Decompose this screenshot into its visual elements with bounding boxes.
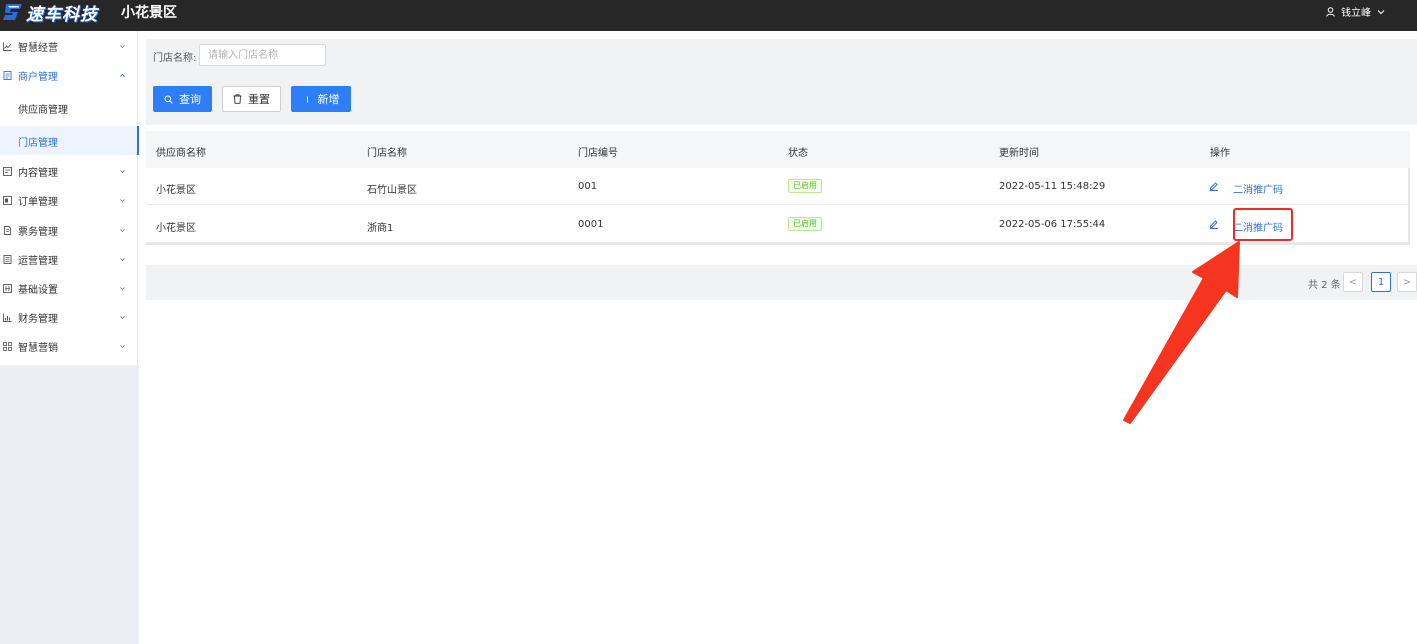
bar-chart-icon (3, 313, 12, 322)
cell-updated-time: 2022-05-11 15:48:29 (999, 181, 1106, 192)
table-bottom-border (146, 243, 1410, 245)
list-icon (3, 71, 12, 80)
reset-button[interactable]: 重置 (222, 86, 281, 112)
sidebar-item-label: 商户管理 (18, 72, 58, 83)
chevron-down-icon (120, 287, 125, 291)
column-header-actions: 操作 (1210, 148, 1230, 159)
chevron-up-icon (120, 73, 125, 77)
sidebar-subitem-supplier[interactable]: 供应商管理 (0, 93, 139, 122)
query-button[interactable]: 查询 (153, 86, 212, 112)
add-button-label: 新增 (317, 93, 340, 106)
status-badge: 已启用 (788, 179, 822, 193)
sidebar-item-label: 内容管理 (18, 168, 58, 179)
column-header-updated: 更新时间 (999, 148, 1039, 159)
sidebar-item-finance[interactable]: 财务管理 (0, 303, 138, 332)
chevron-down-icon (1377, 9, 1385, 14)
sidebar-empty-area (0, 365, 139, 644)
sidebar-item-smart-marketing[interactable]: 智慧营销 (0, 332, 138, 361)
table-row: 小花景区 石竹山景区 001 已启用 2022-05-11 15:48:29 二… (146, 168, 1410, 205)
chevron-down-icon (120, 345, 125, 349)
promo-code-link[interactable]: 二消推广码 (1233, 181, 1283, 196)
cell-store-code: 001 (578, 181, 598, 192)
sidebar-item-order[interactable]: 订单管理 (0, 186, 138, 215)
reset-button-label: 重置 (248, 93, 270, 106)
store-name-label: 门店名称: (153, 53, 197, 64)
status-badge: 已启用 (788, 217, 822, 231)
order-icon (3, 196, 12, 205)
sidebar-subitem-store[interactable]: 门店管理 (0, 126, 139, 155)
plus-icon (306, 96, 308, 102)
user-name: 钱立峰 (1341, 8, 1371, 19)
search-icon (164, 95, 173, 104)
cell-updated-time: 2022-05-06 17:55:44 (999, 219, 1106, 230)
chevron-down-icon (120, 258, 125, 262)
column-header-supplier: 供应商名称 (156, 148, 206, 159)
add-button[interactable]: 新增 (291, 86, 351, 112)
trash-icon (233, 94, 242, 104)
ticket-icon (4, 226, 11, 235)
cell-store-name: 浙商1 (367, 223, 394, 234)
scenic-area-title: 小花景区 (121, 5, 177, 21)
edit-icon[interactable] (1209, 219, 1219, 229)
prev-page-button[interactable]: < (1343, 272, 1363, 292)
settings-icon (3, 284, 12, 293)
sidebar-item-smart-business[interactable]: 智慧经营 (0, 32, 138, 61)
sidebar-item-label: 财务管理 (18, 314, 58, 325)
cell-supplier: 小花景区 (156, 223, 196, 234)
next-page-button[interactable]: > (1397, 272, 1417, 292)
user-icon (1326, 6, 1335, 17)
grid-icon (3, 342, 12, 351)
sidebar-item-content[interactable]: 内容管理 (0, 157, 138, 186)
sidebar-item-ticket[interactable]: 票务管理 (0, 216, 138, 245)
chevron-down-icon (120, 316, 125, 320)
brand-logo-icon (3, 4, 22, 20)
sidebar-menu: 智慧经营 商户管理 供应商管理 门店管理 内容管理 订单管理 票务管理 运营管理… (0, 31, 139, 365)
sidebar-subitem-label: 门店管理 (18, 138, 58, 149)
sidebar-item-basic-settings[interactable]: 基础设置 (0, 274, 138, 303)
chevron-down-icon (120, 170, 125, 174)
edit-icon[interactable] (1209, 181, 1219, 191)
sidebar-item-label: 运营管理 (18, 256, 58, 267)
sidebar-item-label: 订单管理 (18, 197, 58, 208)
sidebar-item-operation[interactable]: 运营管理 (0, 245, 138, 274)
brand-logo[interactable]: 速车科技 (2, 1, 98, 25)
sidebar-item-label: 基础设置 (18, 285, 58, 296)
line-chart-icon (3, 42, 12, 51)
query-button-label: 查询 (179, 93, 201, 106)
table-right-edge (1408, 168, 1410, 243)
table-row: 小花景区 浙商1 0001 已启用 2022-05-06 17:55:44 二消… (146, 206, 1410, 243)
annotation-highlight-box (1233, 208, 1293, 241)
cell-store-code: 0001 (578, 219, 604, 230)
chevron-down-icon (120, 199, 125, 203)
brand-name: 速车科技 (26, 4, 98, 25)
cell-supplier: 小花景区 (156, 185, 196, 196)
total-count: 共 2 条 (1308, 280, 1341, 291)
sidebar-item-label: 票务管理 (18, 227, 58, 238)
column-header-store-code: 门店编号 (578, 148, 618, 159)
pagination: 共 2 条 < 1 > (146, 265, 1417, 300)
cell-store-name: 石竹山景区 (367, 185, 417, 196)
top-header: 速车科技 小花景区 钱立峰 (0, 0, 1417, 31)
sidebar-subitem-label: 供应商管理 (18, 105, 68, 116)
sidebar-item-merchant[interactable]: 商户管理 (0, 61, 138, 90)
page-1-button[interactable]: 1 (1371, 272, 1391, 292)
user-menu[interactable]: 钱立峰 (1326, 4, 1385, 19)
store-name-input[interactable] (199, 44, 326, 66)
operation-icon (3, 255, 12, 264)
content-icon (3, 167, 12, 176)
sidebar-item-label: 智慧营销 (18, 343, 58, 354)
table-header: 供应商名称 门店名称 门店编号 状态 更新时间 操作 (146, 131, 1410, 168)
annotation-arrow-icon (1123, 241, 1240, 424)
column-header-store-name: 门店名称 (367, 148, 407, 159)
column-header-status: 状态 (788, 148, 808, 159)
chevron-down-icon (120, 45, 125, 49)
sidebar-item-label: 智慧经营 (18, 43, 58, 54)
chevron-down-icon (120, 229, 125, 233)
store-table: 供应商名称 门店名称 门店编号 状态 更新时间 操作 小花景区 石竹山景区 00… (146, 131, 1417, 258)
filter-panel: 门店名称: 查询 重置 新增 (146, 39, 1417, 125)
